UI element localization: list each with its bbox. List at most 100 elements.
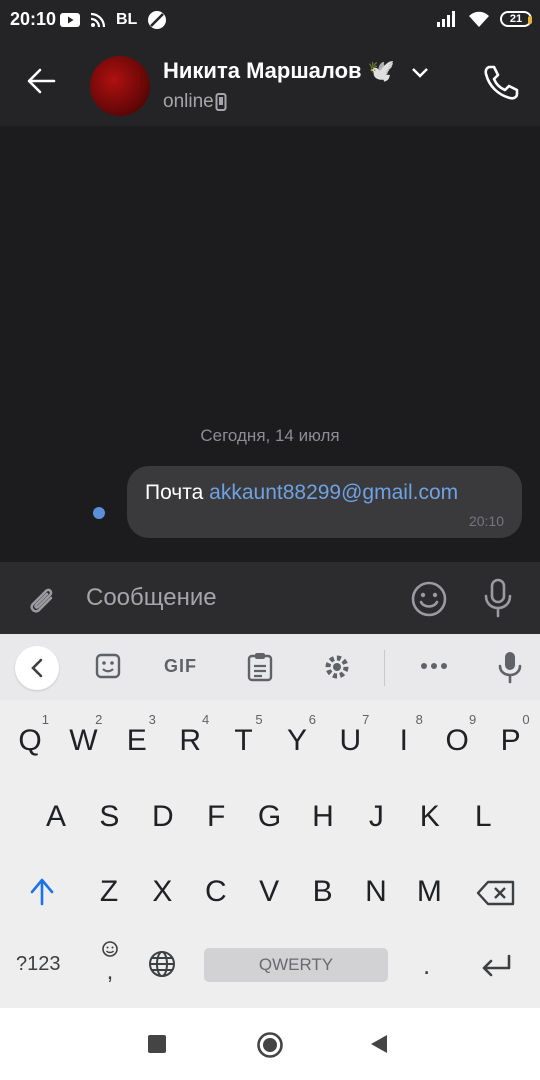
key-h[interactable]: H <box>296 782 350 852</box>
carrier-label: BL <box>116 11 138 28</box>
key-g[interactable]: G <box>243 782 297 852</box>
key-number-hint: 9 <box>468 712 477 727</box>
period-key[interactable]: . <box>423 950 430 981</box>
key-label: E <box>126 724 147 757</box>
key-number-hint: 3 <box>148 712 156 727</box>
key-n[interactable]: N <box>349 857 403 927</box>
key-label: O <box>445 724 469 757</box>
back-nav-icon[interactable] <box>370 1034 388 1054</box>
backspace-icon[interactable] <box>476 880 516 906</box>
key-t[interactable]: T5 <box>217 706 271 776</box>
status-time: 20:10 <box>10 9 57 29</box>
wifi-icon <box>469 11 489 27</box>
email-link[interactable]: akkaunt88299@gmail.com <box>209 481 458 504</box>
message-text: Почта <box>145 481 210 504</box>
system-nav-bar <box>0 1008 540 1080</box>
keyboard-toolbar: GIF <box>0 634 540 700</box>
online-status: online <box>163 91 214 112</box>
more-options-icon[interactable] <box>420 648 448 684</box>
key-y[interactable]: Y6 <box>270 706 324 776</box>
chat-header: Никита Маршалов 🕊️ online <box>0 40 540 126</box>
keyboard-collapse-button[interactable] <box>15 646 59 690</box>
key-u[interactable]: U7 <box>323 706 377 776</box>
youtube-icon <box>60 13 80 27</box>
shift-icon[interactable] <box>28 876 56 906</box>
microphone-icon[interactable] <box>482 578 514 618</box>
message-bubble[interactable]: Почта akkaunt88299@gmail.com 20:10 <box>127 466 522 538</box>
emoji-icon[interactable] <box>410 580 448 618</box>
key-number-hint: 0 <box>522 712 530 727</box>
settings-gear-icon[interactable] <box>322 652 352 682</box>
gif-button[interactable]: GIF <box>164 656 197 677</box>
key-x[interactable]: X <box>135 857 189 927</box>
key-label: Q <box>18 724 42 757</box>
message-list[interactable]: Сегодня, 14 июля Почта akkaunt88299@gmai… <box>0 126 540 562</box>
key-f[interactable]: F <box>189 782 243 852</box>
signal-icon <box>437 11 455 27</box>
recents-icon[interactable] <box>148 1035 166 1053</box>
key-s[interactable]: S <box>82 782 136 852</box>
key-c[interactable]: C <box>189 857 243 927</box>
date-separator: Сегодня, 14 июля <box>200 426 340 445</box>
key-number-hint: 4 <box>201 712 210 727</box>
paperclip-icon[interactable] <box>24 582 60 618</box>
enter-icon[interactable] <box>480 954 512 978</box>
message-input[interactable]: Сообщение <box>86 584 217 612</box>
battery-level: 21 <box>509 13 523 25</box>
key-number-hint: 5 <box>255 712 263 727</box>
sticker-icon[interactable] <box>94 652 122 680</box>
key-label: W <box>69 724 98 757</box>
toolbar-divider <box>384 650 385 686</box>
key-q[interactable]: Q1 <box>3 706 57 776</box>
key-k[interactable]: K <box>403 782 457 852</box>
key-label: U <box>339 724 362 757</box>
message-time: 20:10 <box>468 513 504 529</box>
key-m[interactable]: M <box>402 857 456 927</box>
message-composer: Сообщение <box>0 562 540 634</box>
key-z[interactable]: Z <box>82 857 136 927</box>
key-l[interactable]: L <box>456 782 510 852</box>
keyboard: Q1W2E3R4T5Y6U7I8O9P0 ASDFGHJKL ZXCVBNM ?… <box>0 700 540 1008</box>
chevron-left-icon <box>31 658 43 678</box>
mobile-device-icon <box>215 93 227 111</box>
space-bar[interactable]: QWERTY <box>204 948 388 982</box>
key-number-hint: 7 <box>362 712 370 727</box>
chevron-down-icon[interactable] <box>411 66 429 80</box>
status-bar: 20:10 BL 21 <box>0 0 540 40</box>
avatar[interactable] <box>90 56 150 116</box>
key-label: I <box>399 724 408 757</box>
key-number-hint: 8 <box>415 712 423 727</box>
key-number-hint: 2 <box>95 712 103 727</box>
voice-input-icon[interactable] <box>497 650 523 684</box>
key-j[interactable]: J <box>349 782 403 852</box>
key-r[interactable]: R4 <box>163 706 217 776</box>
key-v[interactable]: V <box>242 857 296 927</box>
key-label: Y <box>286 724 307 757</box>
symbols-key[interactable]: ?123 <box>16 953 61 976</box>
key-e[interactable]: E3 <box>110 706 164 776</box>
blocked-icon <box>148 11 167 29</box>
key-b[interactable]: B <box>296 857 350 927</box>
battery-indicator: 21 <box>500 11 532 27</box>
contact-name[interactable]: Никита Маршалов 🕊️ <box>163 58 395 84</box>
key-label: P <box>500 724 521 757</box>
globe-icon[interactable] <box>147 949 177 979</box>
key-o[interactable]: O9 <box>430 706 484 776</box>
key-d[interactable]: D <box>136 782 190 852</box>
key-label: R <box>179 724 202 757</box>
emoji-small-icon <box>102 941 118 957</box>
unread-indicator <box>93 507 105 519</box>
rss-icon <box>90 12 106 28</box>
key-w[interactable]: W2 <box>56 706 110 776</box>
home-icon[interactable] <box>256 1031 284 1059</box>
comma-key[interactable]: , <box>98 940 122 985</box>
back-arrow-icon[interactable] <box>26 66 56 96</box>
clipboard-icon[interactable] <box>246 652 274 682</box>
comma-label: , <box>106 958 114 985</box>
key-label: T <box>234 724 253 757</box>
key-p[interactable]: P0 <box>484 706 538 776</box>
key-number-hint: 1 <box>41 712 49 727</box>
phone-call-icon[interactable] <box>482 64 520 102</box>
key-a[interactable]: A <box>29 782 83 852</box>
key-i[interactable]: I8 <box>377 706 431 776</box>
